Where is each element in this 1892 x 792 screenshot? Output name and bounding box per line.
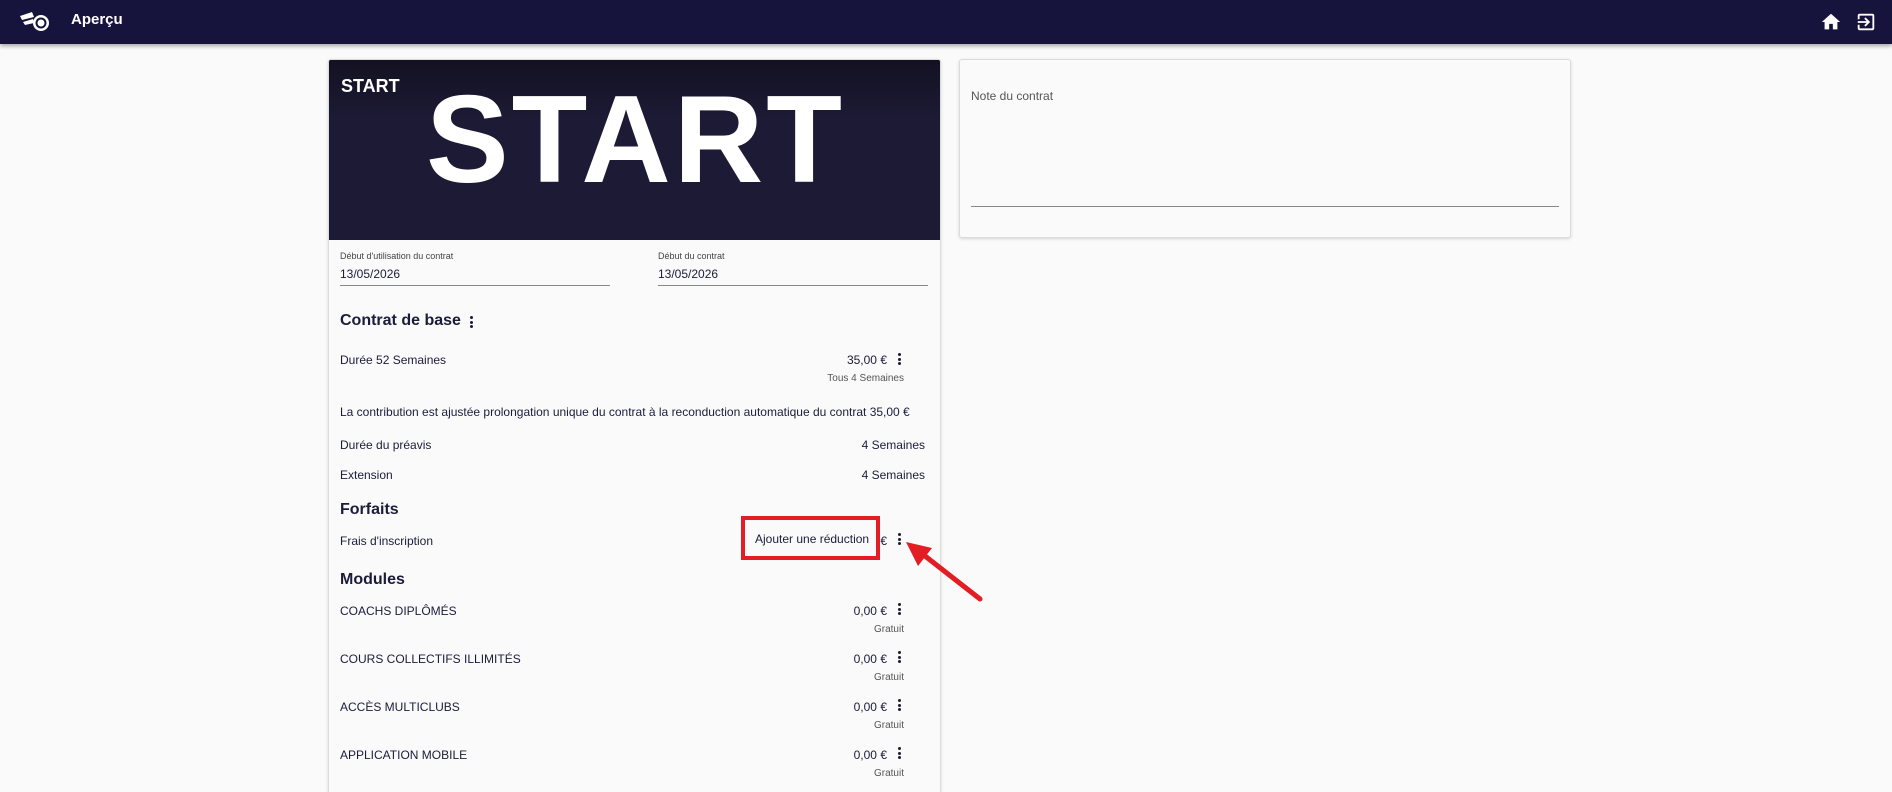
module-price: 0,00 € bbox=[853, 652, 887, 666]
contract-note-label: Note du contrat bbox=[971, 89, 1054, 103]
contract-use-start-label: Début d'utilisation du contrat bbox=[340, 251, 454, 261]
notice-label: Durée du préavis bbox=[340, 438, 432, 452]
contract-start-field[interactable]: Début du contrat 13/05/2026 bbox=[658, 251, 928, 286]
contract-start-value[interactable]: 13/05/2026 bbox=[658, 267, 928, 286]
contract-start-label: Début du contrat bbox=[658, 251, 725, 261]
module-note: Gratuit bbox=[873, 672, 904, 683]
logo-icon[interactable] bbox=[18, 8, 52, 34]
module-name: APPLICATION MOBILE bbox=[340, 748, 468, 762]
duration-label: Durée 52 Semaines bbox=[340, 353, 447, 367]
contract-use-start-value[interactable]: 13/05/2026 bbox=[340, 267, 610, 286]
home-icon[interactable] bbox=[1820, 11, 1842, 33]
top-bar: Aperçu bbox=[0, 0, 1892, 44]
module-menu-icon[interactable] bbox=[894, 650, 904, 666]
logout-icon[interactable] bbox=[1855, 11, 1877, 33]
add-discount-menu[interactable]: Ajouter une réduction bbox=[741, 516, 880, 560]
extension-label: Extension bbox=[340, 468, 393, 482]
module-note: Gratuit bbox=[873, 624, 904, 635]
contract-card: START START Début d'utilisation du contr… bbox=[328, 59, 941, 792]
module-name: COACHS DIPLÔMÉS bbox=[340, 604, 457, 618]
contract-note-card: Note du contrat bbox=[959, 59, 1571, 238]
modules-title: Modules bbox=[340, 571, 405, 588]
add-discount-menu-item[interactable]: Ajouter une réduction bbox=[755, 532, 869, 546]
module-note: Gratuit bbox=[873, 768, 904, 779]
base-contract-menu-icon[interactable] bbox=[466, 315, 476, 331]
module-price: 0,00 € bbox=[853, 604, 887, 618]
module-menu-icon[interactable] bbox=[894, 746, 904, 762]
contribution-text: La contribution est ajustée prolongation… bbox=[340, 405, 910, 419]
module-name: COURS COLLECTIFS ILLIMITÉS bbox=[340, 652, 521, 666]
module-menu-icon[interactable] bbox=[894, 698, 904, 714]
notice-value: 4 Semaines bbox=[861, 438, 925, 452]
registration-fee-currency: € bbox=[880, 534, 887, 548]
module-price: 0,00 € bbox=[853, 700, 887, 714]
contract-note-input[interactable] bbox=[971, 206, 1559, 207]
contract-use-start-field[interactable]: Début d'utilisation du contrat 13/05/202… bbox=[340, 251, 610, 286]
duration-price: 35,00 € bbox=[846, 353, 887, 367]
registration-fee-label: Frais d'inscription bbox=[340, 534, 433, 548]
module-note: Gratuit bbox=[873, 720, 904, 731]
module-name: ACCÈS MULTICLUBS bbox=[340, 700, 460, 714]
base-contract-title: Contrat de base bbox=[340, 312, 461, 329]
annotation-arrow-icon bbox=[906, 542, 983, 602]
contract-hero-image: START START bbox=[329, 60, 940, 240]
module-price: 0,00 € bbox=[853, 748, 887, 762]
duration-period: Tous 4 Semaines bbox=[827, 373, 904, 384]
app-title: Aperçu bbox=[71, 11, 123, 28]
duration-menu-icon[interactable] bbox=[894, 352, 904, 368]
extension-value: 4 Semaines bbox=[861, 468, 925, 482]
packages-title: Forfaits bbox=[340, 501, 399, 518]
hero-image-text: START bbox=[425, 71, 846, 209]
